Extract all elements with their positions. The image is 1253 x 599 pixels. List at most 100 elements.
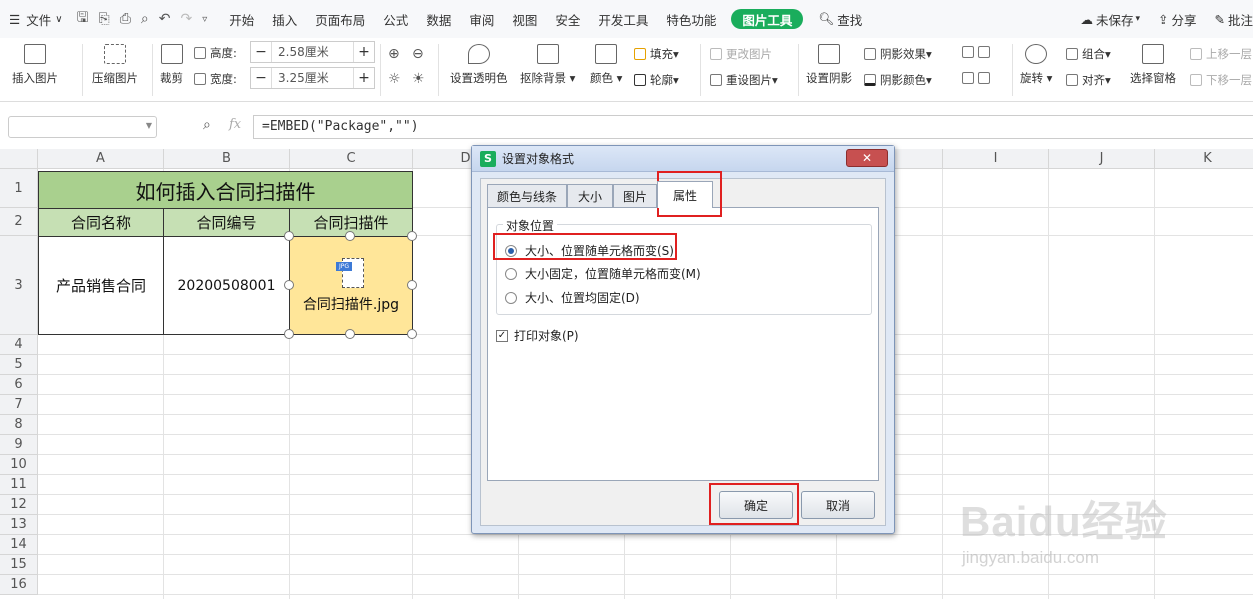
print-object-checkbox[interactable]: ✓ 打印对象(P) (496, 327, 579, 344)
cell-contract-number[interactable]: 20200508001 (163, 236, 290, 335)
fill-button[interactable]: 填充 ▾ (634, 46, 679, 62)
print-icon[interactable]: ⎙ (115, 11, 136, 27)
column-header[interactable]: I (943, 149, 1049, 169)
row-header[interactable]: 12 (0, 495, 38, 515)
preview-icon[interactable]: ⌕ (136, 11, 154, 27)
redo-icon[interactable]: ↷ (175, 11, 197, 27)
tab-picture[interactable]: 图片 (613, 184, 657, 207)
format-painter-icon[interactable]: ⎘ (94, 11, 115, 27)
resize-handle[interactable] (345, 329, 355, 339)
resize-handle[interactable] (284, 280, 294, 290)
share-button[interactable]: ⇪ 分享 (1149, 0, 1206, 38)
tab-home[interactable]: 开始 (220, 0, 263, 38)
decrease-height-button[interactable]: − (251, 44, 271, 60)
width-input[interactable]: 3.25厘米 (271, 68, 354, 88)
resize-handle[interactable] (284, 231, 294, 241)
row-header[interactable]: 5 (0, 355, 38, 375)
row-header[interactable]: 3 (0, 236, 38, 335)
row-header[interactable]: 11 (0, 475, 38, 495)
brightness-up-icon[interactable]: ☼ (388, 71, 401, 87)
column-header[interactable]: K (1155, 149, 1253, 169)
formula-input[interactable]: =EMBED("Package","") (253, 115, 1253, 139)
more-icon[interactable]: ▿ (197, 14, 212, 25)
outline-button[interactable]: 轮廓 ▾ (634, 72, 679, 88)
column-header[interactable]: J (1049, 149, 1155, 169)
undo-icon[interactable]: ↶ (154, 11, 176, 27)
remove-background-button[interactable]: 抠除背景 ▾ (520, 44, 575, 86)
set-shadow-button[interactable]: 设置阴影 (806, 44, 852, 86)
row-header[interactable]: 15 (0, 555, 38, 575)
brightness-down-icon[interactable]: ☀ (412, 71, 425, 87)
send-backward-button[interactable]: 下移一层 (1190, 72, 1252, 88)
row-header[interactable]: 7 (0, 395, 38, 415)
shadow-color-button[interactable]: 阴影颜色 ▾ (864, 72, 932, 88)
rotate-button[interactable]: 旋转 ▾ (1020, 44, 1052, 86)
row-header[interactable]: 4 (0, 335, 38, 355)
ok-button[interactable]: 确定 (719, 491, 793, 519)
row-header[interactable]: 16 (0, 575, 38, 595)
set-transparent-button[interactable]: 设置透明色 (450, 44, 508, 86)
column-header[interactable]: A (38, 149, 164, 169)
row-header[interactable]: 9 (0, 435, 38, 455)
radio-dont-move-or-size[interactable]: 大小、位置均固定(D) (505, 289, 640, 306)
cancel-button[interactable]: 取消 (801, 491, 875, 519)
column-header[interactable]: B (164, 149, 290, 169)
contrast-down-icon[interactable]: ⊖ (412, 46, 424, 62)
tab-view[interactable]: 视图 (503, 0, 546, 38)
file-menu[interactable]: ☰ 文件 ∨ (0, 0, 72, 38)
tab-security[interactable]: 安全 (546, 0, 589, 38)
resize-handle[interactable] (407, 280, 417, 290)
resize-handle[interactable] (407, 329, 417, 339)
tab-developer[interactable]: 开发工具 (589, 0, 657, 38)
resize-handle[interactable] (407, 231, 417, 241)
reset-picture-button[interactable]: 重设图片 ▾ (710, 72, 778, 88)
height-stepper[interactable]: −2.58厘米 + (250, 41, 375, 63)
crop-button[interactable]: 裁剪 (160, 44, 183, 86)
tab-size[interactable]: 大小 (567, 184, 613, 207)
close-button[interactable]: ✕ (846, 149, 888, 167)
height-input[interactable]: 2.58厘米 (271, 42, 354, 62)
insert-picture-button[interactable]: 插入图片 (12, 44, 58, 86)
comment-button[interactable]: ✎ 批注 (1206, 0, 1253, 38)
row-header[interactable]: 8 (0, 415, 38, 435)
row-header[interactable]: 1 (0, 169, 38, 208)
column-header[interactable]: C (290, 149, 413, 169)
radio-move-and-size[interactable]: 大小、位置随单元格而变(S) (505, 242, 674, 259)
tab-review[interactable]: 审阅 (460, 0, 503, 38)
unsaved-button[interactable]: ☁ 未保存 ▾ (1071, 0, 1149, 38)
dialog-titlebar[interactable]: S 设置对象格式 ✕ (472, 146, 894, 172)
resize-handle[interactable] (284, 329, 294, 339)
title-cell[interactable]: 如何插入合同扫描件 (38, 171, 413, 209)
increase-height-button[interactable]: + (354, 44, 374, 60)
increase-width-button[interactable]: + (354, 70, 374, 86)
shadow-down-icon[interactable] (962, 72, 994, 84)
shadow-effect-button[interactable]: 阴影效果 ▾ (864, 46, 932, 62)
tab-properties[interactable]: 属性 (657, 181, 713, 208)
radio-move-no-size[interactable]: 大小固定，位置随单元格而变(M) (505, 265, 701, 282)
row-header[interactable]: 2 (0, 208, 38, 236)
row-header[interactable]: 6 (0, 375, 38, 395)
align-button[interactable]: 对齐 ▾ (1066, 72, 1111, 88)
contrast-up-icon[interactable]: ⊕ (388, 46, 400, 62)
width-stepper[interactable]: −3.25厘米 + (250, 67, 375, 89)
compress-picture-button[interactable]: 压缩图片 (92, 44, 138, 86)
search-button[interactable]: 🔍︎ 查找 (809, 0, 871, 38)
row-header[interactable]: 14 (0, 535, 38, 555)
tab-color-lines[interactable]: 颜色与线条 (487, 184, 567, 207)
shadow-up-icon[interactable] (962, 46, 994, 58)
group-button[interactable]: 组合 ▾ (1066, 46, 1111, 62)
tab-special[interactable]: 特色功能 (657, 0, 725, 38)
resize-handle[interactable] (345, 231, 355, 241)
header-cell-contract-number[interactable]: 合同编号 (163, 208, 290, 237)
row-header[interactable]: 13 (0, 515, 38, 535)
bring-forward-button[interactable]: 上移一层 (1190, 46, 1252, 62)
row-header[interactable]: 10 (0, 455, 38, 475)
tab-insert[interactable]: 插入 (263, 0, 306, 38)
tab-formulas[interactable]: 公式 (374, 0, 417, 38)
cell-contract-name[interactable]: 产品销售合同 (38, 236, 164, 335)
zoom-icon[interactable]: ⌕ (203, 117, 211, 133)
color-button[interactable]: 颜色 ▾ (590, 44, 622, 86)
select-all-corner[interactable] (0, 149, 38, 169)
selection-pane-button[interactable]: 选择窗格 (1130, 44, 1176, 86)
embedded-object-cell[interactable]: JPG 合同扫描件.jpg (289, 236, 413, 335)
